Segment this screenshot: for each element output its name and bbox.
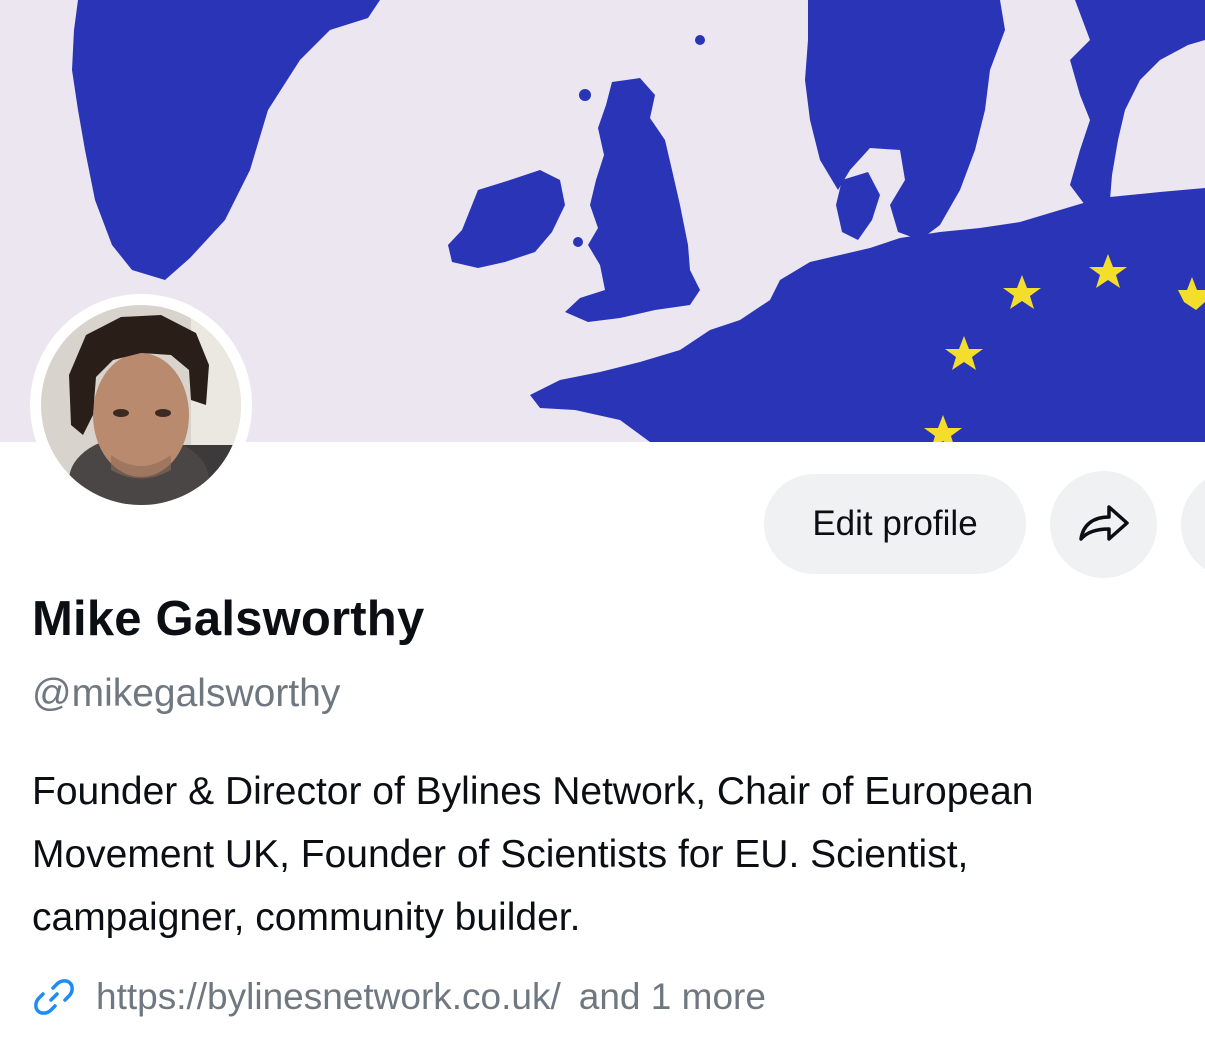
share-button[interactable] — [1050, 471, 1157, 578]
bio-line: Movement UK, Founder of Scientists for E… — [32, 833, 969, 876]
more-links[interactable]: and 1 more — [579, 976, 766, 1018]
display-name: Mike Galsworthy — [32, 592, 425, 646]
more-options-button[interactable] — [1181, 471, 1205, 578]
bio-line: Founder & Director of Bylines Network, C… — [32, 770, 1034, 813]
profile-photo — [41, 305, 241, 505]
profile-page: Edit profile Mike Galsworthy @mikegalswo… — [0, 0, 1205, 1048]
profile-link[interactable]: https://bylinesnetwork.co.uk/ — [96, 976, 561, 1018]
edit-profile-button[interactable]: Edit profile — [764, 474, 1026, 574]
bio: Founder & Director of Bylines Network, C… — [32, 760, 1202, 949]
profile-links: https://bylinesnetwork.co.uk/ and 1 more — [32, 972, 766, 1022]
share-arrow-icon — [1077, 503, 1131, 546]
handle: @mikegalsworthy — [32, 672, 341, 715]
bio-line: campaigner, community builder. — [32, 896, 581, 939]
link-icon — [32, 975, 76, 1019]
avatar[interactable] — [30, 294, 252, 516]
